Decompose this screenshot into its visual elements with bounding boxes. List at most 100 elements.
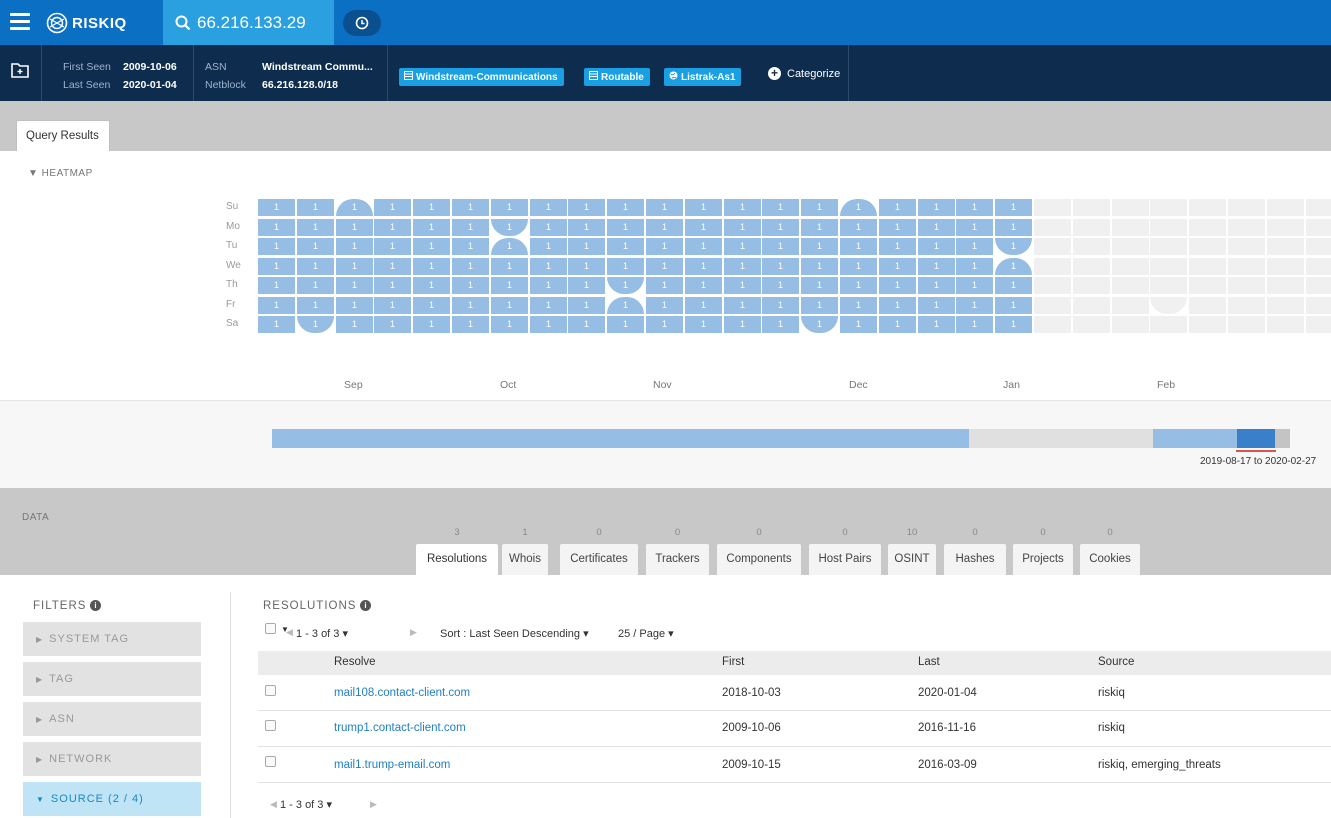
- heatmap-cell[interactable]: 1: [336, 238, 373, 255]
- heatmap-cell[interactable]: 1: [413, 219, 450, 236]
- sort-dropdown[interactable]: Sort : Last Seen Descending ▾: [440, 627, 589, 640]
- heatmap-cell-empty[interactable]: [1034, 277, 1071, 294]
- filter-source[interactable]: ▼ SOURCE (2 / 4): [23, 782, 201, 816]
- heatmap-cell[interactable]: 1: [568, 219, 605, 236]
- resolve-link[interactable]: mail108.contact-client.com: [334, 687, 470, 699]
- heatmap-cell[interactable]: 1: [607, 258, 644, 275]
- heatmap-cell[interactable]: 1: [956, 238, 993, 255]
- heatmap-cell[interactable]: 1: [801, 219, 838, 236]
- heatmap-cell-empty[interactable]: [1034, 297, 1071, 314]
- heatmap-cell[interactable]: 1: [801, 199, 838, 216]
- heatmap-cell[interactable]: 1: [413, 297, 450, 314]
- project-folder-icon[interactable]: [10, 61, 30, 81]
- heatmap-cell[interactable]: 1: [530, 277, 567, 294]
- heatmap-cell[interactable]: 1: [995, 297, 1032, 314]
- heatmap-toggle[interactable]: ▼ HEATMAP: [28, 168, 93, 179]
- heatmap-cell[interactable]: 1: [995, 219, 1032, 236]
- heatmap-cell-empty[interactable]: [1267, 316, 1304, 333]
- heatmap-cell-empty[interactable]: [1073, 258, 1110, 275]
- heatmap-cell-empty[interactable]: [1306, 316, 1331, 333]
- heatmap-cell[interactable]: 1: [374, 316, 411, 333]
- heatmap-cell[interactable]: 1: [685, 297, 722, 314]
- heatmap-cell[interactable]: 1: [297, 258, 334, 275]
- prev-page-icon[interactable]: ◀: [270, 799, 277, 810]
- heatmap-cell[interactable]: 1: [452, 277, 489, 294]
- heatmap-cell[interactable]: 1: [413, 277, 450, 294]
- heatmap-cell-empty[interactable]: [1306, 199, 1331, 216]
- heatmap-cell[interactable]: 1: [258, 199, 295, 216]
- heatmap-cell-empty[interactable]: [1073, 238, 1110, 255]
- heatmap-cell[interactable]: 1: [646, 316, 683, 333]
- heatmap-cell[interactable]: 1: [568, 316, 605, 333]
- column-header-resolve[interactable]: Resolve: [334, 656, 376, 668]
- heatmap-cell[interactable]: 1: [336, 219, 373, 236]
- heatmap-cell[interactable]: 1: [879, 316, 916, 333]
- heatmap-cell[interactable]: 1: [801, 238, 838, 255]
- heatmap-cell[interactable]: 1: [530, 316, 567, 333]
- heatmap-cell[interactable]: 1: [258, 316, 295, 333]
- heatmap-cell[interactable]: 1: [297, 277, 334, 294]
- heatmap-cell-empty[interactable]: [1228, 297, 1265, 314]
- heatmap-cell-empty[interactable]: [1073, 277, 1110, 294]
- heatmap-cell-empty[interactable]: [1150, 258, 1187, 275]
- heatmap-cell[interactable]: 1: [491, 219, 528, 236]
- heatmap-cell[interactable]: 1: [491, 258, 528, 275]
- heatmap-cell-empty[interactable]: [1073, 199, 1110, 216]
- per-page-dropdown[interactable]: 25 / Page ▾: [618, 627, 674, 640]
- heatmap-cell-empty[interactable]: [1228, 199, 1265, 216]
- heatmap-cell-empty[interactable]: [1267, 238, 1304, 255]
- heatmap-cell-empty[interactable]: [1112, 238, 1149, 255]
- heatmap-cell[interactable]: 1: [568, 297, 605, 314]
- heatmap-cell[interactable]: 1: [918, 297, 955, 314]
- tab-cookies[interactable]: Cookies: [1080, 544, 1140, 575]
- heatmap-cell-empty[interactable]: [1112, 219, 1149, 236]
- heatmap-cell-empty[interactable]: [1228, 258, 1265, 275]
- heatmap-cell[interactable]: 1: [646, 297, 683, 314]
- heatmap-cell[interactable]: 1: [995, 316, 1032, 333]
- row-checkbox[interactable]: [265, 756, 276, 767]
- heatmap-cell[interactable]: 1: [374, 219, 411, 236]
- heatmap-cell-empty[interactable]: [1189, 199, 1226, 216]
- tag-listrak-as1[interactable]: Listrak-As1: [664, 68, 742, 86]
- heatmap-cell[interactable]: 1: [879, 238, 916, 255]
- heatmap-cell[interactable]: 1: [918, 277, 955, 294]
- heatmap-cell[interactable]: 1: [491, 277, 528, 294]
- heatmap-cell[interactable]: 1: [568, 258, 605, 275]
- heatmap-cell[interactable]: 1: [995, 238, 1032, 255]
- heatmap-cell-empty[interactable]: [1112, 297, 1149, 314]
- heatmap-cell[interactable]: 1: [607, 199, 644, 216]
- heatmap-cell[interactable]: 1: [336, 297, 373, 314]
- heatmap-cell[interactable]: 1: [297, 238, 334, 255]
- heatmap-cell[interactable]: 1: [452, 297, 489, 314]
- heatmap-cell[interactable]: 1: [530, 238, 567, 255]
- heatmap-cell[interactable]: 1: [413, 238, 450, 255]
- heatmap-cell[interactable]: 1: [452, 258, 489, 275]
- heatmap-cell[interactable]: 1: [646, 238, 683, 255]
- heatmap-cell[interactable]: 1: [258, 297, 295, 314]
- tab-osint[interactable]: OSINT: [888, 544, 936, 575]
- tab-resolutions[interactable]: Resolutions: [416, 544, 498, 575]
- heatmap-cell-empty[interactable]: [1228, 219, 1265, 236]
- heatmap-cell[interactable]: 1: [724, 258, 761, 275]
- filter-system-tag[interactable]: ▶ SYSTEM TAG: [23, 622, 201, 656]
- heatmap-cell-empty[interactable]: [1228, 238, 1265, 255]
- heatmap-cell[interactable]: 1: [336, 277, 373, 294]
- heatmap-cell-empty[interactable]: [1150, 277, 1187, 294]
- heatmap-cell[interactable]: 1: [413, 199, 450, 216]
- heatmap-cell-empty[interactable]: [1150, 219, 1187, 236]
- filter-tag[interactable]: ▶ TAG: [23, 662, 201, 696]
- prev-page-icon[interactable]: ◀: [286, 627, 293, 638]
- heatmap-cell[interactable]: 1: [724, 199, 761, 216]
- heatmap-cell[interactable]: 1: [956, 316, 993, 333]
- heatmap-cell[interactable]: 1: [879, 277, 916, 294]
- heatmap-cell[interactable]: 1: [879, 199, 916, 216]
- heatmap-cell-empty[interactable]: [1112, 258, 1149, 275]
- heatmap-cell-empty[interactable]: [1267, 258, 1304, 275]
- heatmap-cell[interactable]: 1: [413, 258, 450, 275]
- heatmap-cell[interactable]: 1: [374, 238, 411, 255]
- column-header-last[interactable]: Last: [918, 656, 940, 668]
- tab-host-pairs[interactable]: Host Pairs: [809, 544, 881, 575]
- resolve-link[interactable]: trump1.contact-client.com: [334, 722, 466, 734]
- history-button[interactable]: [343, 10, 381, 36]
- heatmap-cell[interactable]: 1: [258, 219, 295, 236]
